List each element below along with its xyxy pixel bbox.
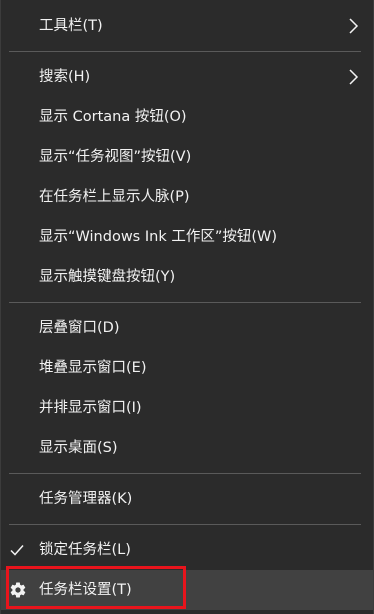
menu-item-lock-taskbar[interactable]: 锁定任务栏(L) <box>1 530 373 570</box>
menu-item-label: 显示“任务视图”按钮(V) <box>39 149 192 165</box>
menu-item-show-people[interactable]: 在任务栏上显示人脉(P) <box>1 177 373 217</box>
checkmark-icon <box>10 545 24 556</box>
chevron-right-icon <box>349 69 359 85</box>
menu-item-label: 显示“Windows Ink 工作区”按钮(W) <box>39 229 277 245</box>
menu-item-label: 并排显示窗口(I) <box>39 400 142 416</box>
taskbar-context-menu: 工具栏(T) 搜索(H) 显示 Cortana 按钮(O) 显示“任务视图”按钮… <box>0 0 374 614</box>
menu-item-label: 在任务栏上显示人脉(P) <box>39 189 190 205</box>
menu-item-side-by-side-windows[interactable]: 并排显示窗口(I) <box>1 388 373 428</box>
menu-item-show-windows-ink[interactable]: 显示“Windows Ink 工作区”按钮(W) <box>1 217 373 257</box>
menu-separator <box>9 524 361 525</box>
menu-item-show-cortana[interactable]: 显示 Cortana 按钮(O) <box>1 97 373 137</box>
menu-item-label: 显示 Cortana 按钮(O) <box>39 109 187 125</box>
menu-item-label: 任务管理器(K) <box>39 491 133 507</box>
menu-item-label: 搜索(H) <box>39 69 91 85</box>
menu-separator <box>9 302 361 303</box>
gear-icon <box>10 582 26 598</box>
menu-separator <box>9 51 361 52</box>
menu-item-label: 显示桌面(S) <box>39 440 118 456</box>
menu-item-show-touch-keyboard[interactable]: 显示触摸键盘按钮(Y) <box>1 257 373 297</box>
menu-item-cascade-windows[interactable]: 层叠窗口(D) <box>1 308 373 348</box>
menu-item-task-manager[interactable]: 任务管理器(K) <box>1 479 373 519</box>
menu-item-taskbar-settings[interactable]: 任务栏设置(T) <box>1 570 373 610</box>
menu-item-show-desktop[interactable]: 显示桌面(S) <box>1 428 373 468</box>
menu-item-show-task-view[interactable]: 显示“任务视图”按钮(V) <box>1 137 373 177</box>
menu-item-toolbars[interactable]: 工具栏(T) <box>1 6 373 46</box>
chevron-right-icon <box>349 18 359 34</box>
menu-separator <box>9 473 361 474</box>
menu-item-label: 任务栏设置(T) <box>39 582 132 598</box>
menu-item-search[interactable]: 搜索(H) <box>1 57 373 97</box>
menu-item-label: 层叠窗口(D) <box>39 320 120 336</box>
menu-item-label: 堆叠显示窗口(E) <box>39 360 147 376</box>
menu-item-label: 锁定任务栏(L) <box>39 542 131 558</box>
menu-item-label: 工具栏(T) <box>39 18 103 34</box>
menu-item-stack-windows[interactable]: 堆叠显示窗口(E) <box>1 348 373 388</box>
menu-item-label: 显示触摸键盘按钮(Y) <box>39 269 176 285</box>
